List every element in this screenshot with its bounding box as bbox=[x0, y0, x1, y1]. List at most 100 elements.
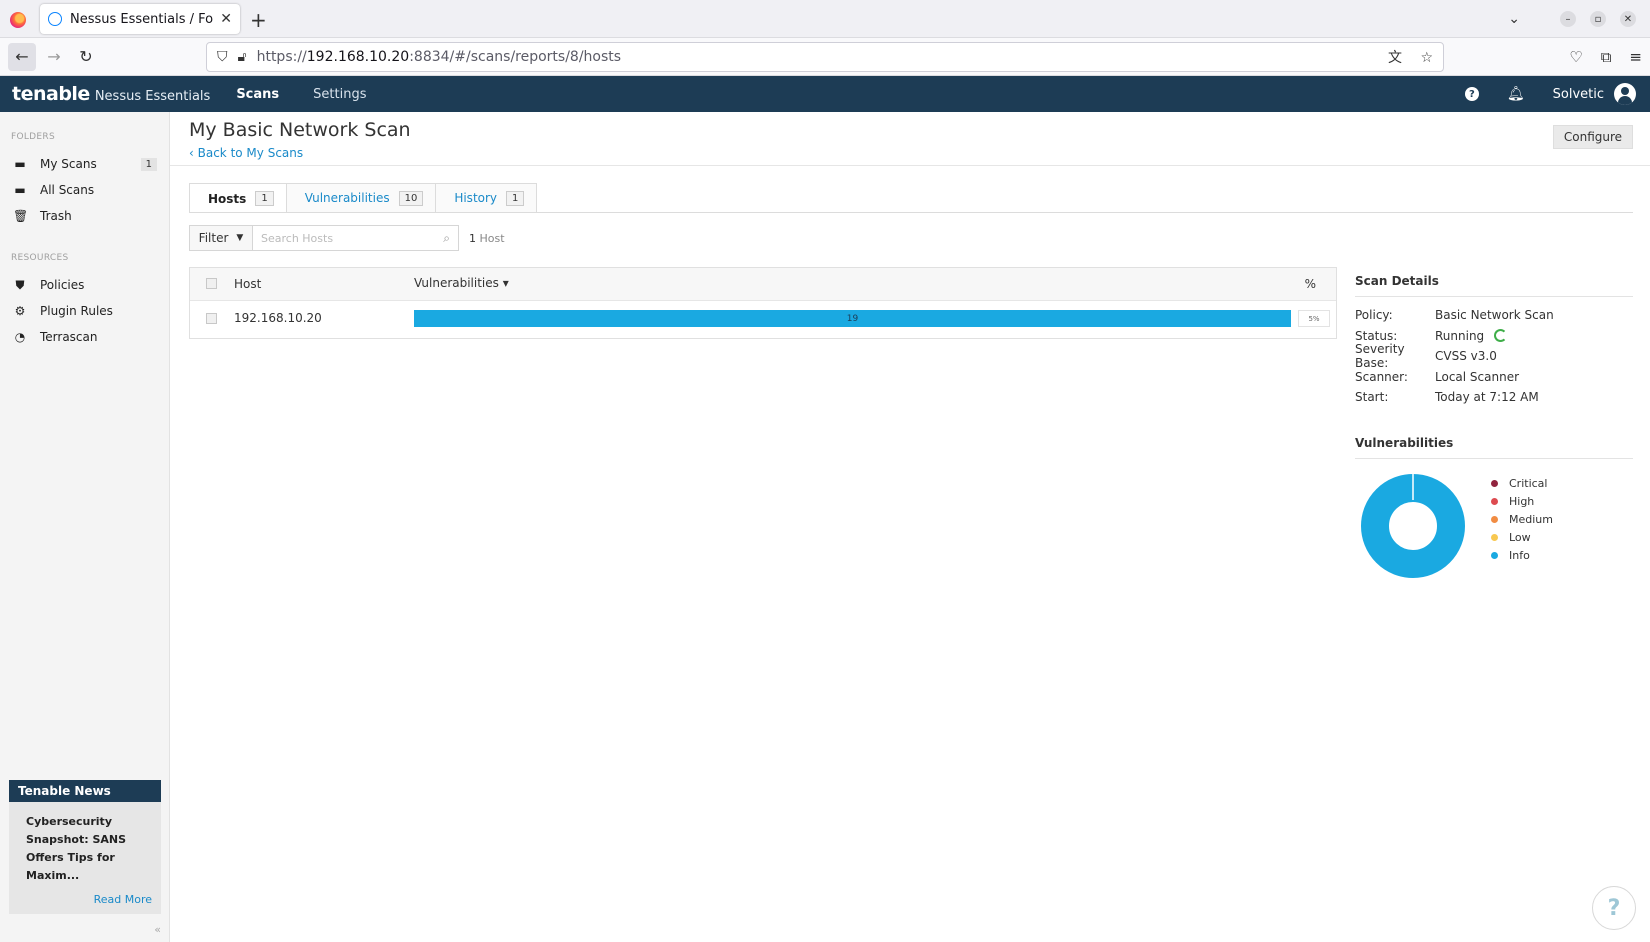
legend-low[interactable]: Low bbox=[1491, 528, 1553, 546]
trash-icon: 🗑︎ bbox=[13, 209, 29, 223]
folder-icon: ▬ bbox=[14, 157, 26, 171]
page-title: My Basic Network Scan bbox=[189, 119, 411, 141]
table-header: Host Vulnerabilities ▾ % bbox=[190, 268, 1336, 301]
menu-icon[interactable]: ≡ bbox=[1629, 48, 1642, 66]
user-avatar-icon[interactable] bbox=[1614, 83, 1636, 105]
extensions-icon[interactable]: ⧉ bbox=[1601, 48, 1612, 66]
search-icon[interactable]: ⌕ bbox=[443, 231, 450, 246]
select-all-checkbox[interactable] bbox=[206, 278, 217, 289]
tab-title: Nessus Essentials / Folde bbox=[70, 11, 214, 27]
sidebar-item-plugin-rules[interactable]: ⚙︎ Plugin Rules bbox=[0, 298, 169, 324]
running-spinner-icon[interactable] bbox=[1494, 329, 1508, 343]
tab-favicon-icon bbox=[48, 12, 62, 26]
configure-button[interactable]: Configure bbox=[1553, 125, 1633, 149]
folders-heading: FOLDERS bbox=[11, 132, 55, 142]
browser-nav-bar: ← → ↻ ⛉ 🔓︎ https://192.168.10.20:8834/#/… bbox=[0, 38, 1650, 76]
host-count: 1 Host bbox=[469, 231, 505, 245]
sidebar-item-label: Terrascan bbox=[40, 330, 98, 344]
window-controls: ⌄ – ▫ ✕ bbox=[1508, 0, 1650, 38]
legend-medium[interactable]: Medium bbox=[1491, 510, 1553, 528]
terrascan-icon: ◔ bbox=[14, 330, 26, 344]
app-nav: Scans Settings bbox=[236, 87, 400, 102]
translate-icon[interactable]: 文 bbox=[1388, 50, 1402, 66]
legend-dot bbox=[1491, 497, 1498, 505]
tenable-logo[interactable]: tenable Nessus Essentials bbox=[12, 83, 210, 105]
reload-button[interactable]: ↻ bbox=[72, 43, 100, 71]
sidebar-item-all-scans[interactable]: ▬ All Scans bbox=[0, 177, 169, 203]
legend-dot bbox=[1491, 515, 1498, 523]
filter-dropdown[interactable]: Filter ▼ bbox=[189, 225, 253, 251]
site-info-lock-icon[interactable]: 🔓︎ bbox=[238, 49, 247, 65]
news-article[interactable]: Cybersecurity Snapshot: SANS Offers Tips… bbox=[9, 802, 161, 885]
tenable-news-panel: Tenable News Cybersecurity Snapshot: SAN… bbox=[9, 780, 161, 914]
my-scans-count: 1 bbox=[140, 157, 157, 171]
vulnerabilities-panel: Vulnerabilities Critical High Medium Low… bbox=[1355, 436, 1633, 578]
legend-critical[interactable]: Critical bbox=[1491, 474, 1553, 492]
url-text: https://192.168.10.20:8834/#/scans/repor… bbox=[256, 49, 622, 65]
donut-legend: Critical High Medium Low Info bbox=[1491, 474, 1553, 564]
minimize-button[interactable]: – bbox=[1560, 11, 1576, 27]
close-window-button[interactable]: ✕ bbox=[1620, 11, 1636, 27]
tab-count: 1 bbox=[506, 190, 525, 206]
sidebar-item-policies[interactable]: ⛊ Policies bbox=[0, 272, 169, 298]
user-name[interactable]: Solvetic bbox=[1553, 87, 1604, 102]
plugin-rules-icon: ⚙︎ bbox=[14, 304, 26, 318]
sidebar-item-trash[interactable]: 🗑︎ Trash bbox=[0, 203, 169, 229]
legend-dot bbox=[1491, 479, 1498, 487]
bookmark-star-icon[interactable]: ☆ bbox=[1420, 50, 1433, 66]
vulnerabilities-donut-chart[interactable] bbox=[1361, 474, 1465, 578]
sidebar-item-terrascan[interactable]: ◔ Terrascan bbox=[0, 324, 169, 350]
column-host[interactable]: Host bbox=[234, 277, 261, 291]
sidebar-item-my-scans[interactable]: ▬ My Scans 1 bbox=[0, 151, 169, 177]
host-ip[interactable]: 192.168.10.20 bbox=[234, 311, 322, 325]
detail-row-start: Start: Today at 7:12 AM bbox=[1355, 390, 1539, 405]
vulnerabilities-title: Vulnerabilities bbox=[1355, 436, 1633, 459]
back-to-my-scans-link[interactable]: ‹ Back to My Scans bbox=[189, 146, 303, 160]
legend-info[interactable]: Info bbox=[1491, 546, 1553, 564]
url-bar[interactable]: ⛉ 🔓︎ https://192.168.10.20:8834/#/scans/… bbox=[206, 42, 1444, 72]
new-tab-button[interactable]: + bbox=[250, 8, 267, 32]
row-checkbox[interactable] bbox=[206, 313, 217, 324]
filter-bar: Filter▼ ⌕ 1 Host bbox=[189, 225, 505, 251]
sidebar-item-label: Policies bbox=[40, 278, 85, 292]
collapse-sidebar-icon[interactable]: « bbox=[154, 923, 161, 936]
tab-hosts[interactable]: Hosts 1 bbox=[189, 183, 287, 213]
main-content: My Basic Network Scan ‹ Back to My Scans… bbox=[170, 112, 1650, 942]
back-button[interactable]: ← bbox=[8, 42, 36, 71]
tab-history[interactable]: History 1 bbox=[435, 183, 538, 212]
column-percent: % bbox=[1304, 277, 1316, 291]
restore-button[interactable]: ▫ bbox=[1590, 11, 1606, 27]
sidebar: FOLDERS ▬ My Scans 1 ▬ All Scans 🗑︎ Tras… bbox=[0, 112, 170, 942]
column-vulnerabilities[interactable]: Vulnerabilities ▾ bbox=[414, 276, 509, 290]
help-icon[interactable]: ? bbox=[1464, 87, 1479, 101]
browser-tab[interactable]: Nessus Essentials / Folde ✕ bbox=[40, 4, 240, 34]
search-input[interactable] bbox=[261, 231, 444, 245]
news-title: Tenable News bbox=[9, 780, 161, 802]
nav-settings[interactable]: Settings bbox=[313, 87, 366, 102]
notifications-bell-icon[interactable]: 🔔︎ bbox=[1507, 86, 1525, 102]
tab-list-chevron-icon[interactable]: ⌄ bbox=[1508, 11, 1520, 27]
report-tabs: Hosts 1 Vulnerabilities 10 History 1 bbox=[189, 183, 538, 213]
search-hosts-field[interactable]: ⌕ bbox=[253, 225, 459, 251]
read-more-link[interactable]: Read More bbox=[94, 893, 152, 906]
browser-tab-strip: Nessus Essentials / Folde ✕ + ⌄ – ▫ ✕ bbox=[0, 0, 1650, 38]
nav-scans[interactable]: Scans bbox=[236, 87, 279, 102]
tab-vulnerabilities[interactable]: Vulnerabilities 10 bbox=[285, 183, 437, 212]
pocket-icon[interactable]: ♡ bbox=[1569, 48, 1582, 66]
tab-count: 1 bbox=[255, 191, 274, 206]
forward-button[interactable]: → bbox=[40, 43, 68, 71]
tabs-underline bbox=[189, 212, 1633, 213]
help-bubble-icon[interactable]: ? bbox=[1592, 886, 1636, 930]
folder-icon: ▬ bbox=[14, 183, 26, 197]
detail-row-severity-base: Severity Base: CVSS v3.0 bbox=[1355, 342, 1497, 371]
close-tab-icon[interactable]: ✕ bbox=[220, 11, 232, 27]
scan-details-panel: Scan Details Policy: Basic Network Scan S… bbox=[1355, 267, 1633, 408]
caret-down-icon: ▼ bbox=[236, 233, 244, 243]
legend-high[interactable]: High bbox=[1491, 492, 1553, 510]
detail-row-scanner: Scanner: Local Scanner bbox=[1355, 369, 1520, 384]
divider bbox=[170, 165, 1650, 166]
legend-dot bbox=[1491, 533, 1498, 541]
tracking-shield-icon[interactable]: ⛉ bbox=[217, 49, 228, 65]
table-row[interactable]: 192.168.10.20 19 5% bbox=[190, 301, 1336, 338]
vulnerability-bar[interactable]: 19 bbox=[414, 310, 1291, 327]
